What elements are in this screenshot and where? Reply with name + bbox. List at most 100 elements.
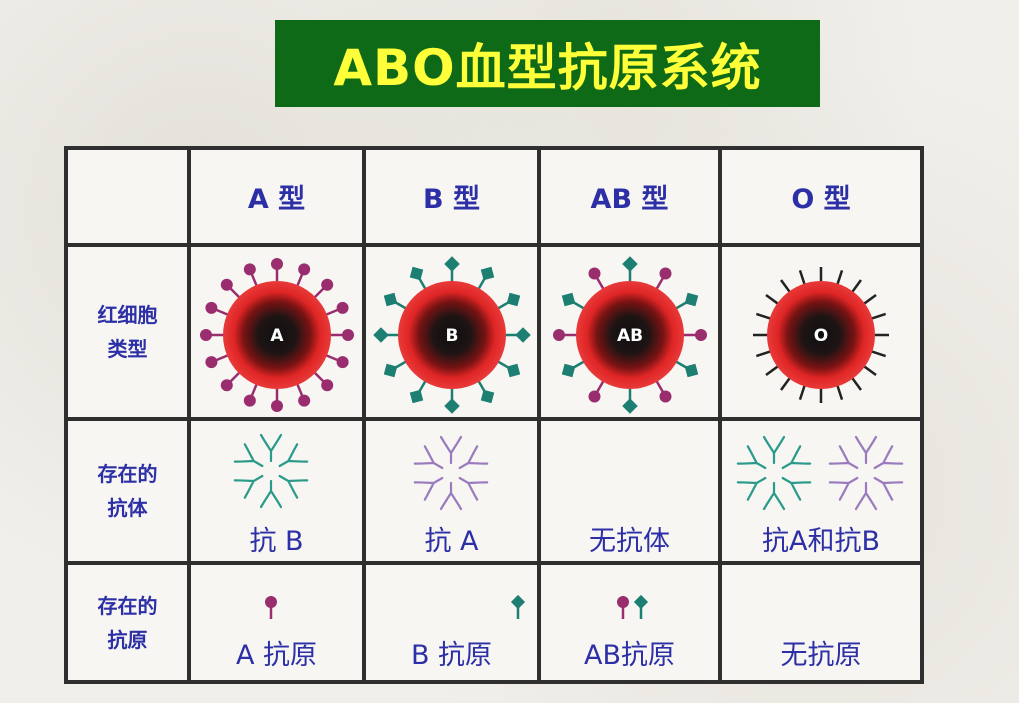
ab-antigen-marker bbox=[654, 267, 672, 291]
page-title: ABO血型抗原系统 bbox=[333, 38, 762, 97]
header-a: A 型 bbox=[191, 150, 362, 243]
blood-type-table: A 型 B 型 AB 型 O 型 红细胞 类型 A B AB O 存在的 抗体 … bbox=[64, 146, 924, 684]
row-header-antigen-line1: 存在的 bbox=[97, 593, 158, 618]
antibody-label-a: 抗 B bbox=[249, 526, 304, 557]
a-antigen-marker bbox=[295, 263, 311, 288]
a-antigen-marker bbox=[617, 596, 629, 619]
o-antigen-marker bbox=[798, 384, 807, 401]
a-antigen-marker bbox=[329, 329, 354, 341]
antigen-cell-a: A 抗原 bbox=[191, 565, 362, 680]
ab-antigen-marker bbox=[622, 256, 638, 283]
row-header-antibody-line2: 抗体 bbox=[107, 496, 148, 520]
row-header-antibody: 存在的 抗体 bbox=[68, 421, 187, 561]
a-antigen-marker bbox=[312, 370, 334, 392]
o-antigen-marker bbox=[870, 312, 887, 321]
a-antigen-marker bbox=[220, 370, 242, 392]
antibody-label-o: 抗A和抗B bbox=[762, 526, 880, 557]
antigen-label-a: A 抗原 bbox=[235, 640, 318, 671]
o-antigen-marker bbox=[755, 312, 772, 321]
anti-b-antibody bbox=[736, 435, 812, 511]
b-antigen-marker bbox=[409, 379, 428, 404]
a-antigen-marker bbox=[271, 258, 283, 283]
row-header-antigen: 存在的 抗原 bbox=[68, 565, 187, 680]
a-antigen-marker bbox=[312, 278, 334, 300]
ab-antigen-marker bbox=[654, 379, 672, 403]
rbc-a-diagram: A bbox=[200, 258, 354, 412]
antibody-label-b: 抗 A bbox=[424, 526, 479, 557]
o-antigen-marker bbox=[862, 364, 877, 376]
antigen-cell-o: 无抗原 bbox=[722, 565, 920, 680]
title-banner: ABO血型抗原系统 bbox=[275, 20, 820, 107]
rbc-b-diagram: B bbox=[373, 256, 531, 414]
a-antigen-marker bbox=[295, 382, 311, 407]
ab-antigen-marker bbox=[674, 359, 699, 378]
rbc-o-diagram: O bbox=[753, 267, 889, 403]
antibody-cell-ab: 无抗体 bbox=[541, 421, 718, 561]
antigen-cell-ab: AB抗原 bbox=[541, 565, 718, 680]
a-antigen-marker bbox=[243, 263, 259, 288]
ab-antigen-marker bbox=[588, 379, 606, 403]
ab-rbc-label: AB bbox=[617, 326, 643, 346]
rbc-cell-ab: AB bbox=[541, 247, 718, 417]
anti-b-antibody bbox=[233, 433, 309, 509]
a-antigen-marker bbox=[324, 353, 349, 369]
o-antigen-marker bbox=[835, 384, 844, 401]
b-antigen-marker bbox=[496, 292, 521, 311]
antigen-label-ab: AB抗原 bbox=[584, 640, 675, 671]
b-antigen-marker bbox=[476, 266, 495, 291]
o-antigen-marker bbox=[798, 269, 807, 286]
b-antigen-marker bbox=[496, 359, 521, 378]
a-antigen-marker bbox=[205, 353, 230, 369]
o-antigen-marker bbox=[780, 279, 792, 294]
antibody-label-ab: 无抗体 bbox=[589, 526, 670, 557]
o-antigen-marker bbox=[765, 364, 780, 376]
b-antigen-marker bbox=[444, 256, 460, 283]
header-o: O 型 bbox=[722, 150, 920, 243]
a-rbc-label: A bbox=[270, 326, 284, 346]
row-header-rbc: 红细胞 类型 bbox=[68, 247, 187, 417]
b-antigen-marker bbox=[504, 327, 531, 343]
header-b-label: B 型 bbox=[423, 184, 480, 215]
ab-antigen-marker bbox=[561, 359, 586, 378]
a-antigen-marker bbox=[220, 278, 242, 300]
rbc-ab-diagram: AB bbox=[553, 256, 707, 414]
header-o-label: O 型 bbox=[791, 184, 851, 215]
header-ab: AB 型 bbox=[541, 150, 718, 243]
b-antigen-marker bbox=[409, 266, 428, 291]
ab-antigen-marker bbox=[622, 387, 638, 414]
b-antigen-marker bbox=[383, 359, 408, 378]
antigen-label-o: 无抗原 bbox=[780, 640, 862, 671]
b-antigen-marker bbox=[633, 594, 649, 619]
o-antigen-marker bbox=[780, 376, 792, 391]
b-antigen-marker bbox=[476, 379, 495, 404]
a-antigen-marker bbox=[324, 301, 349, 317]
a-antigen-marker bbox=[271, 387, 283, 412]
b-antigen-marker bbox=[444, 387, 460, 414]
antibody-cell-a: 抗 B bbox=[191, 421, 362, 561]
rbc-cell-b: B bbox=[366, 247, 537, 417]
b-antigen-marker bbox=[373, 327, 400, 343]
header-a-label: A 型 bbox=[247, 184, 306, 215]
ab-antigen-marker bbox=[682, 329, 707, 341]
a-antigen-marker bbox=[265, 596, 277, 619]
corner-cell bbox=[68, 150, 187, 243]
ab-antigen-marker bbox=[674, 292, 699, 311]
antigen-label-b: B 抗原 bbox=[410, 640, 493, 671]
ab-antigen-marker bbox=[553, 329, 578, 341]
o-antigen-marker bbox=[862, 294, 877, 306]
a-antigen-marker bbox=[205, 301, 230, 317]
header-ab-label: AB 型 bbox=[590, 184, 669, 215]
header-b: B 型 bbox=[366, 150, 537, 243]
row-header-antigen-line2: 抗原 bbox=[107, 627, 148, 652]
rbc-cell-a: A bbox=[191, 247, 362, 417]
ab-antigen-marker bbox=[561, 292, 586, 311]
b-rbc-label: B bbox=[446, 326, 459, 346]
rbc-cell-o: O bbox=[722, 247, 920, 417]
o-rbc-label: O bbox=[814, 326, 828, 346]
row-header-antibody-line1: 存在的 bbox=[97, 462, 158, 486]
b-antigen-marker bbox=[383, 292, 408, 311]
o-antigen-marker bbox=[755, 349, 772, 358]
o-antigen-marker bbox=[850, 376, 862, 391]
a-antigen-marker bbox=[243, 382, 259, 407]
antigen-cell-b: B 抗原 bbox=[366, 565, 537, 680]
